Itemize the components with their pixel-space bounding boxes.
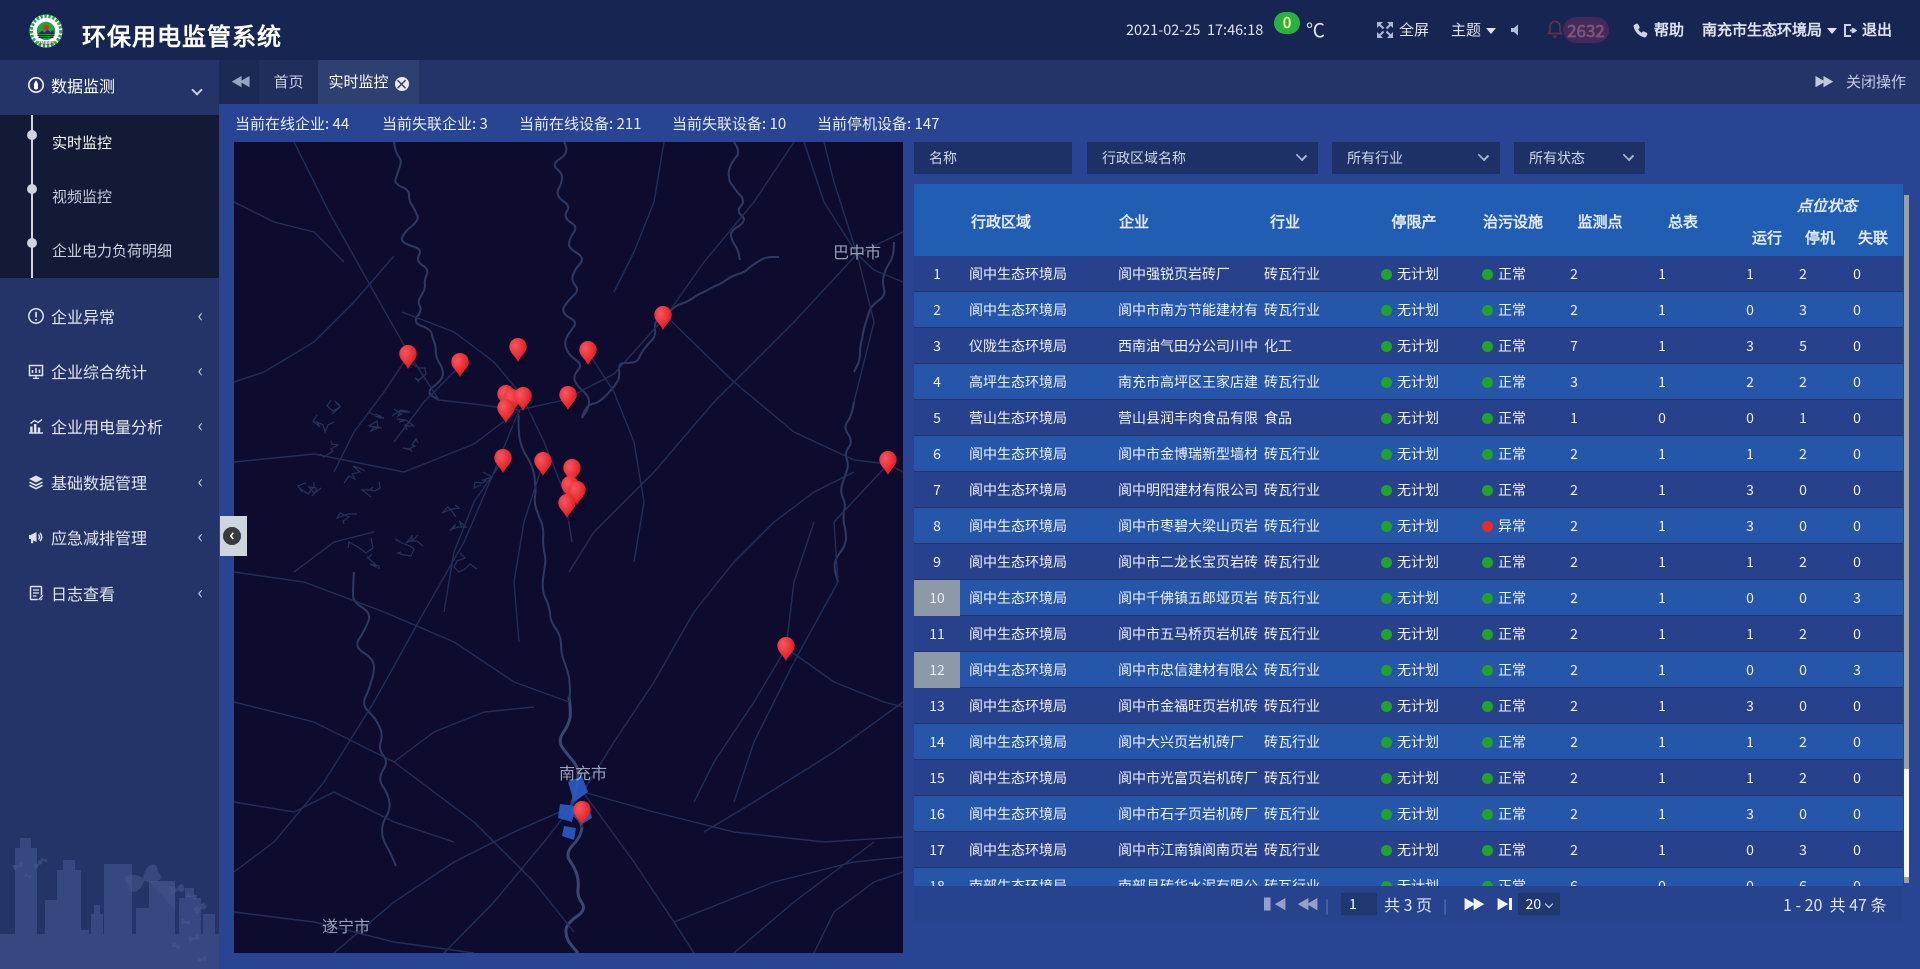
svg-text:环境监测: 环境监测 bbox=[38, 40, 54, 47]
svg-text:巴中市: 巴中市 bbox=[833, 239, 881, 263]
svg-text:南充市: 南充市 bbox=[559, 760, 607, 784]
svg-text:遂宁市: 遂宁市 bbox=[322, 913, 370, 937]
